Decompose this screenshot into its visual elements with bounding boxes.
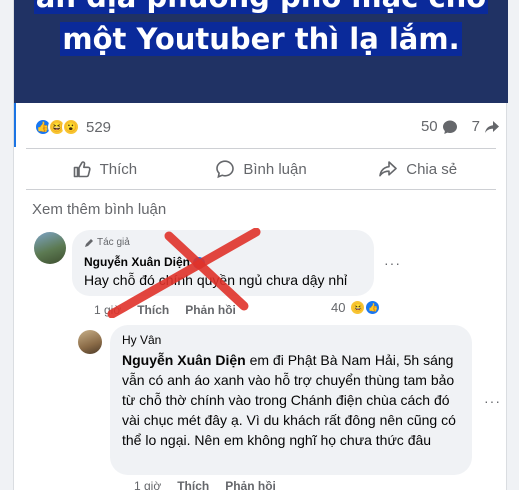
reaction-summary[interactable]: 👍 😆 😮 529	[34, 118, 111, 136]
comment-author[interactable]: Nguyễn Xuân Diện ✓	[84, 255, 206, 269]
reply-like-button[interactable]: Thích	[177, 479, 209, 490]
comment-meta: 1 giờ Thích Phản hồi	[94, 303, 236, 317]
comment-count[interactable]: 50	[421, 118, 458, 135]
comment-bubble: Tác giả Nguyễn Xuân Diện ✓ Hay chỗ đó chí…	[72, 230, 374, 296]
post-image[interactable]: ản địa phương phổ mặc cho một Youtuber t…	[14, 0, 508, 103]
post-card: ản địa phương phổ mặc cho một Youtuber t…	[13, 0, 508, 490]
share-arrow-icon	[485, 120, 499, 133]
thumbs-up-icon	[73, 161, 91, 178]
wow-reaction-icon: 😮	[62, 118, 80, 136]
reply-avatar[interactable]	[78, 330, 102, 354]
divider-bottom	[26, 189, 496, 190]
verified-badge-icon: ✓	[193, 256, 206, 269]
post-actions: Thích Bình luận Chia sẻ	[26, 150, 496, 188]
share-icon	[379, 161, 398, 177]
comment-reaction-count[interactable]: 40 😆 👍	[331, 300, 381, 315]
share-count-value: 7	[471, 118, 480, 135]
reply-time[interactable]: 1 giờ	[134, 479, 161, 490]
like-button[interactable]: Thích	[26, 150, 183, 188]
view-more-comments-link[interactable]: Xem thêm bình luận	[32, 201, 166, 218]
comment-text: Hay chỗ đó chính quyền ngủ chưa dậy nhỉ	[84, 272, 348, 288]
comment-reply-button[interactable]: Phản hồi	[185, 303, 236, 317]
reaction-count: 529	[86, 118, 112, 136]
comment-reaction-value: 40	[331, 300, 346, 315]
pen-icon	[85, 238, 93, 247]
reply-meta: 1 giờ Thích Phản hồi	[134, 479, 276, 490]
comment-count-value: 50	[420, 118, 438, 135]
comment-icon	[216, 160, 235, 179]
haha-reaction-icon: 😆	[350, 300, 366, 315]
reply-options-icon[interactable]: ···	[484, 393, 501, 409]
author-badge: Tác giả	[84, 237, 130, 248]
image-caption-line-1: ản địa phương phổ mặc cho	[14, 0, 508, 14]
share-count[interactable]: 7	[472, 118, 500, 135]
comment-button-label: Bình luận	[243, 160, 307, 178]
avatar[interactable]	[34, 232, 66, 264]
share-button-label: Chia sẻ	[406, 160, 458, 178]
post-stats: 👍 😆 😮 529 50 7	[14, 110, 508, 146]
share-button[interactable]: Chia sẻ	[339, 150, 496, 188]
like-button-label: Thích	[99, 160, 138, 178]
comment-button[interactable]: Bình luận	[183, 150, 340, 188]
reply-reply-button[interactable]: Phản hồi	[225, 479, 276, 490]
comment-options-icon[interactable]: ···	[384, 255, 401, 271]
reply-mention[interactable]: Nguyễn Xuân Diện	[122, 352, 246, 368]
comment-like-button[interactable]: Thích	[137, 303, 169, 317]
reply-author[interactable]: Hy Vân	[122, 333, 161, 347]
image-caption-line-2: một Youtuber thì lạ lắm.	[60, 22, 462, 56]
like-reaction-icon: 👍	[365, 300, 381, 315]
author-badge-label: Tác giả	[97, 237, 130, 248]
comment-time[interactable]: 1 giờ	[94, 303, 121, 317]
divider-top	[26, 148, 496, 149]
reply-text: Nguyễn Xuân Diện em đi Phật Bà Nam Hải, …	[122, 350, 462, 450]
comment-bubble-icon	[442, 120, 457, 134]
reply-bubble: Hy Vân Nguyễn Xuân Diện em đi Phật Bà Na…	[110, 325, 472, 475]
